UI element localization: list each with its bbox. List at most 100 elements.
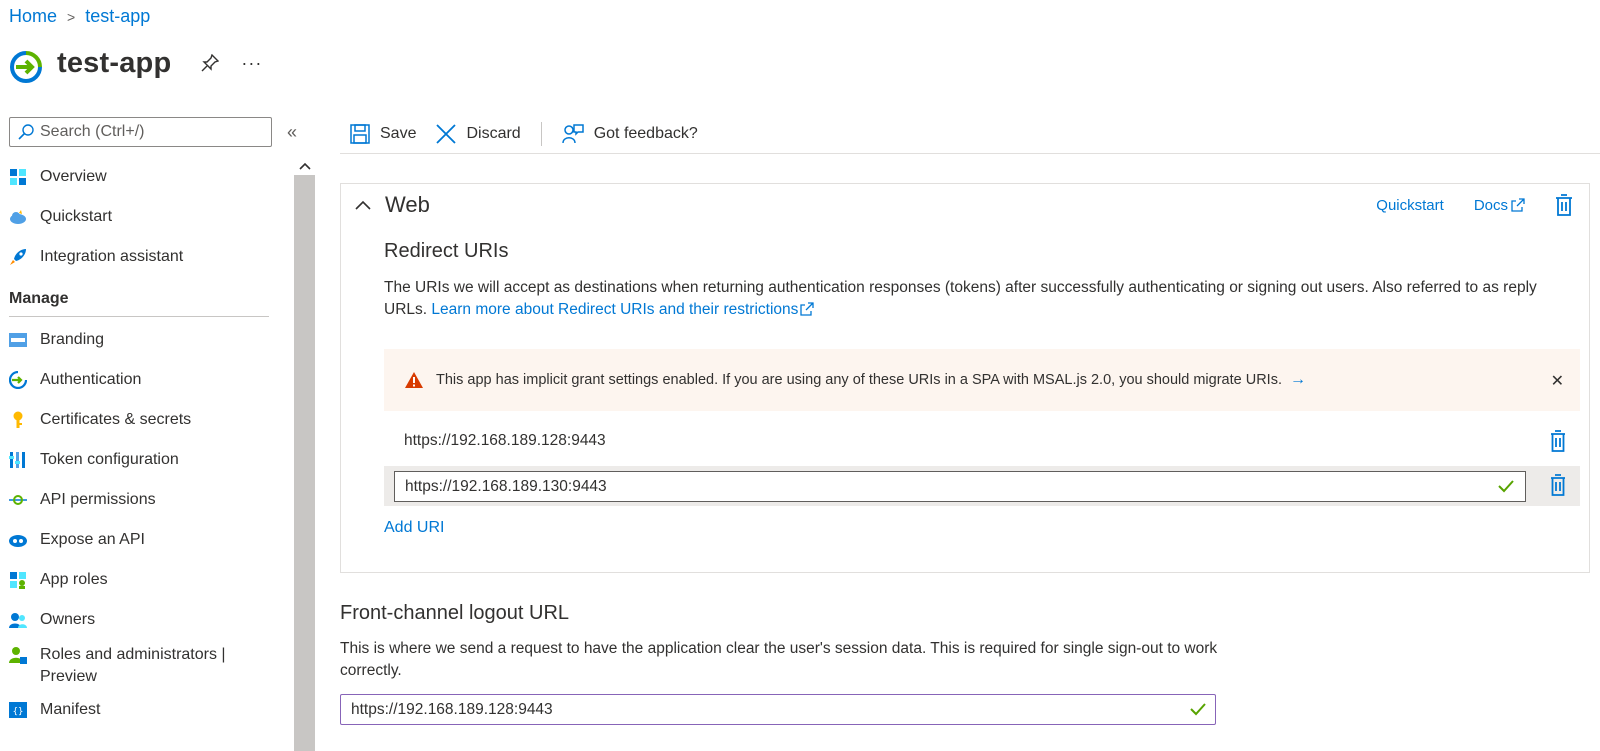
branding-icon bbox=[9, 331, 27, 349]
sidebar-item-label: Authentication bbox=[40, 371, 142, 388]
sidebar-item-certificates[interactable]: Certificates & secrets bbox=[9, 400, 279, 440]
page-header: test-app ··· bbox=[9, 42, 262, 84]
save-label: Save bbox=[380, 124, 417, 142]
docs-link[interactable]: Docs bbox=[1474, 197, 1525, 214]
warning-text: This app has implicit grant settings ena… bbox=[436, 372, 1282, 388]
sidebar-item-label: API permissions bbox=[40, 491, 156, 508]
arrow-right-icon[interactable]: → bbox=[1290, 371, 1306, 389]
sidebar-item-manifest[interactable]: {} Manifest bbox=[9, 690, 279, 730]
manage-section-header: Manage bbox=[9, 277, 269, 317]
sidebar-item-token-configuration[interactable]: Token configuration bbox=[9, 440, 279, 480]
roles-label-line1: Roles and administrators | bbox=[40, 646, 226, 663]
feedback-label: Got feedback? bbox=[593, 124, 698, 142]
sidebar-item-label: Certificates & secrets bbox=[40, 411, 192, 428]
roles-label-line2: Preview bbox=[40, 668, 97, 685]
rocket-icon bbox=[9, 248, 27, 266]
external-link-icon bbox=[800, 302, 815, 316]
api-permissions-icon bbox=[9, 491, 27, 509]
collapse-sidebar-icon[interactable]: « bbox=[287, 122, 297, 143]
save-icon bbox=[350, 123, 370, 144]
chevron-right-icon: > bbox=[67, 8, 76, 25]
sidebar-item-overview[interactable]: Overview bbox=[9, 157, 279, 197]
sidebar-item-label: Expose an API bbox=[40, 531, 145, 548]
sidebar-item-label: Roles and administrators | Preview bbox=[40, 644, 226, 688]
delete-platform-icon[interactable] bbox=[1555, 194, 1573, 216]
quickstart-link[interactable]: Quickstart bbox=[1376, 197, 1444, 214]
web-card-links: Quickstart Docs bbox=[1376, 194, 1573, 216]
key-icon bbox=[9, 411, 27, 429]
front-channel-description: This is where we send a request to have … bbox=[340, 640, 1218, 679]
redirect-uri-input[interactable]: https://192.168.189.130:9443 bbox=[394, 471, 1526, 502]
sidebar-item-roles-administrators[interactable]: Roles and administrators | Preview bbox=[9, 640, 279, 690]
redirect-uris-title: Redirect URIs bbox=[384, 240, 509, 262]
sidebar-scrollbar[interactable] bbox=[294, 157, 315, 751]
web-platform-card: Web Quickstart Docs Redirect URIs The UR… bbox=[340, 183, 1590, 573]
manifest-icon: {} bbox=[9, 701, 27, 719]
app-roles-icon bbox=[9, 571, 27, 589]
chevron-up-icon[interactable] bbox=[355, 200, 371, 210]
command-bar: Save Discard Got feedback? bbox=[340, 114, 1600, 154]
add-uri-link[interactable]: Add URI bbox=[384, 519, 444, 537]
discard-button[interactable]: Discard bbox=[436, 123, 521, 144]
sidebar-item-expose-api[interactable]: Expose an API bbox=[9, 520, 279, 560]
front-channel-value: https://192.168.189.128:9443 bbox=[351, 700, 553, 718]
sidebar-item-label: App roles bbox=[40, 571, 108, 588]
breadcrumb-home[interactable]: Home bbox=[9, 6, 57, 27]
owners-icon bbox=[9, 611, 27, 629]
scroll-up-icon[interactable] bbox=[294, 157, 315, 175]
redirect-uri-value[interactable]: https://192.168.189.128:9443 bbox=[404, 432, 606, 450]
docs-label: Docs bbox=[1473, 196, 1508, 214]
checkmark-icon bbox=[1498, 480, 1514, 493]
redirect-uri-row-active: https://192.168.189.130:9443 bbox=[384, 466, 1580, 506]
sidebar-item-api-permissions[interactable]: API permissions bbox=[9, 480, 279, 520]
redirect-uri-input-value: https://192.168.189.130:9443 bbox=[405, 477, 607, 495]
roles-icon bbox=[9, 646, 27, 664]
quickstart-icon bbox=[9, 208, 27, 226]
app-registration-icon bbox=[10, 51, 42, 83]
sidebar-item-owners[interactable]: Owners bbox=[9, 600, 279, 640]
page-title: test-app bbox=[57, 46, 172, 79]
feedback-button[interactable]: Got feedback? bbox=[561, 123, 698, 144]
sidebar-nav: Overview Quickstart Integration assistan… bbox=[9, 157, 279, 730]
close-icon bbox=[436, 123, 457, 144]
redirect-uri-row[interactable]: https://192.168.189.128:9443 bbox=[384, 424, 1580, 458]
sidebar-item-authentication[interactable]: Authentication bbox=[9, 360, 279, 400]
warning-icon bbox=[405, 372, 423, 388]
sidebar-item-quickstart[interactable]: Quickstart bbox=[9, 197, 279, 237]
discard-label: Discard bbox=[466, 124, 521, 142]
save-button[interactable]: Save bbox=[350, 123, 417, 144]
expose-api-icon bbox=[9, 531, 27, 549]
close-icon[interactable]: ✕ bbox=[1551, 371, 1564, 391]
search-icon bbox=[18, 124, 34, 140]
front-channel-title: Front-channel logout URL bbox=[340, 602, 570, 624]
implicit-grant-warning: This app has implicit grant settings ena… bbox=[384, 349, 1580, 411]
sidebar-item-app-roles[interactable]: App roles bbox=[9, 560, 279, 600]
delete-icon[interactable] bbox=[1550, 430, 1566, 452]
breadcrumb: Home > test-app bbox=[9, 6, 150, 27]
svg-text:{}: {} bbox=[13, 707, 24, 717]
web-card-title: Web bbox=[385, 192, 430, 217]
sidebar-item-branding[interactable]: Branding bbox=[9, 320, 279, 360]
toolbar-divider bbox=[540, 121, 542, 146]
sidebar-item-label: Quickstart bbox=[40, 208, 113, 225]
sidebar-item-label: Overview bbox=[40, 168, 107, 185]
authentication-icon bbox=[9, 371, 27, 389]
more-options-icon[interactable]: ··· bbox=[241, 53, 262, 74]
breadcrumb-current[interactable]: test-app bbox=[85, 6, 150, 27]
feedback-icon bbox=[561, 123, 584, 143]
web-card-header[interactable]: Web bbox=[355, 192, 430, 218]
sidebar-search[interactable] bbox=[9, 117, 272, 147]
search-input[interactable] bbox=[40, 123, 260, 141]
sidebar-item-label: Branding bbox=[40, 331, 105, 348]
learn-more-link[interactable]: Learn more about Redirect URIs and their… bbox=[431, 301, 815, 318]
delete-icon[interactable] bbox=[1550, 474, 1566, 496]
front-channel-input[interactable]: https://192.168.189.128:9443 bbox=[340, 694, 1216, 725]
sidebar-item-label: Integration assistant bbox=[40, 248, 184, 265]
sidebar-item-label: Manifest bbox=[40, 701, 101, 718]
overview-icon bbox=[9, 168, 27, 186]
token-icon bbox=[9, 451, 27, 469]
pin-icon[interactable] bbox=[201, 54, 220, 72]
sidebar-item-label: Token configuration bbox=[40, 451, 179, 468]
sidebar-item-integration-assistant[interactable]: Integration assistant bbox=[9, 237, 279, 277]
sidebar-item-label: Owners bbox=[40, 611, 96, 628]
